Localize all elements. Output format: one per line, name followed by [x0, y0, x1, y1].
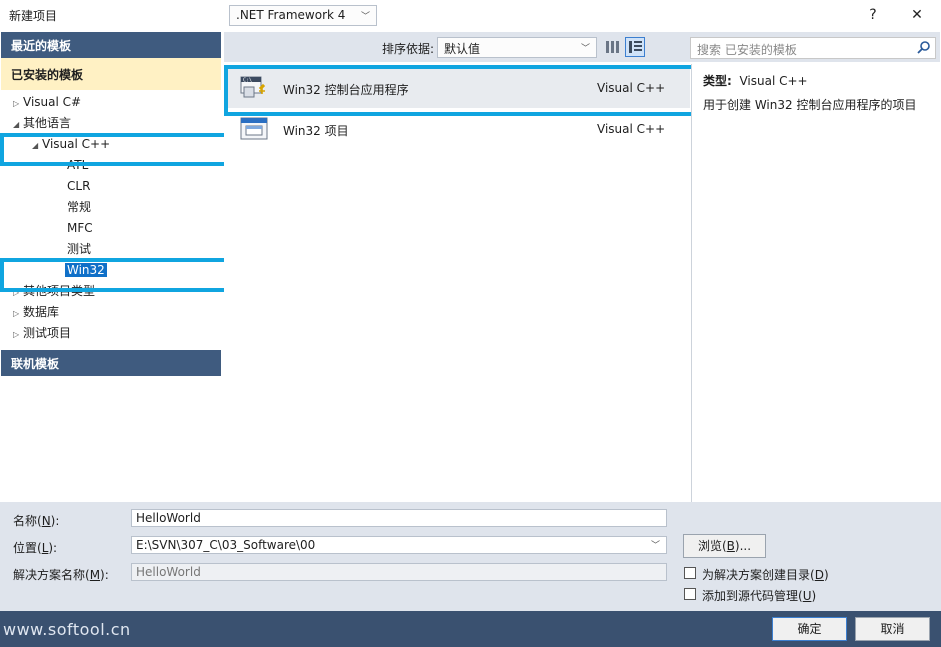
expand-arrow-icon[interactable]: ▷ — [13, 94, 23, 114]
tree-item-database[interactable]: ▷ 数据库 — [13, 302, 59, 322]
tree-item-mfc[interactable]: MFC — [67, 218, 93, 238]
project-name-field[interactable]: HelloWorld — [131, 509, 667, 527]
tree-item-visual-csharp[interactable]: ▷ Visual C# — [13, 92, 81, 112]
chevron-down-icon[interactable]: ﹀ — [651, 538, 660, 551]
watermark-text: www.softool.cn — [3, 620, 131, 639]
tree-item-test[interactable]: 测试 — [67, 239, 91, 259]
search-input[interactable]: 搜索 已安装的模板 — [690, 37, 936, 59]
recent-templates-header[interactable]: 最近的模板 — [1, 32, 221, 58]
browse-button[interactable]: 浏览(B)... — [683, 534, 766, 558]
name-label: 名称(N): — [13, 514, 60, 528]
installed-templates-header[interactable]: 已安装的模板 — [1, 58, 221, 90]
search-icon[interactable] — [917, 40, 931, 54]
expand-arrow-icon[interactable]: ▷ — [13, 325, 23, 345]
template-details-pane: 类型: Visual C++ 用于创建 Win32 控制台应用程序的项目 — [691, 64, 941, 502]
solution-name-field: HelloWorld — [131, 563, 667, 581]
chevron-down-icon: ﹀ — [580, 44, 590, 54]
small-icons-view-icon[interactable] — [604, 38, 622, 56]
title-bar — [0, 0, 941, 30]
close-button[interactable]: ✕ — [906, 4, 928, 26]
expand-arrow-icon[interactable]: ▷ — [13, 304, 23, 324]
template-language: Visual C++ — [597, 122, 666, 136]
highlight-console-template — [224, 65, 695, 116]
source-control-checkbox[interactable] — [684, 588, 696, 600]
tree-item-general[interactable]: 常规 — [67, 197, 91, 217]
tree-item-test-projects[interactable]: ▷ 测试项目 — [13, 323, 71, 343]
sort-label: 排序依据: — [382, 42, 435, 56]
solution-name-label: 解决方案名称(M): — [13, 568, 109, 582]
online-templates-header[interactable]: 联机模板 — [1, 350, 221, 376]
highlight-visual-cpp — [0, 133, 230, 166]
template-description: 用于创建 Win32 控制台应用程序的项目 — [703, 98, 917, 112]
create-directory-label[interactable]: 为解决方案创建目录(D) — [702, 566, 829, 583]
window-project-icon — [240, 117, 268, 141]
help-button[interactable]: ? — [862, 4, 884, 26]
location-label: 位置(L): — [13, 541, 58, 555]
cancel-button[interactable]: 取消 — [855, 617, 930, 641]
location-field[interactable]: E:\SVN\307_C\03_Software\00 ﹀ — [131, 536, 667, 554]
template-type: 类型: Visual C++ — [703, 74, 808, 88]
create-directory-checkbox[interactable] — [684, 567, 696, 579]
tree-item-other-languages[interactable]: ◢ 其他语言 — [13, 113, 71, 133]
list-view-icon[interactable] — [625, 37, 645, 57]
collapse-arrow-icon[interactable]: ◢ — [13, 115, 23, 135]
template-name: Win32 项目 — [283, 124, 349, 138]
highlight-win32 — [0, 258, 228, 292]
tree-item-clr[interactable]: CLR — [67, 176, 90, 196]
sort-dropdown[interactable]: 默认值 ﹀ — [437, 37, 597, 58]
window-title: 新建项目 — [9, 9, 58, 23]
chevron-down-icon: ﹀ — [360, 12, 370, 22]
template-list: C:\ Win32 控制台应用程序 Visual C++ Win32 项目 Vi… — [224, 64, 690, 502]
framework-dropdown[interactable]: .NET Framework 4 ﹀ — [229, 5, 377, 26]
ok-button[interactable]: 确定 — [772, 617, 847, 641]
source-control-label[interactable]: 添加到源代码管理(U) — [702, 587, 816, 604]
